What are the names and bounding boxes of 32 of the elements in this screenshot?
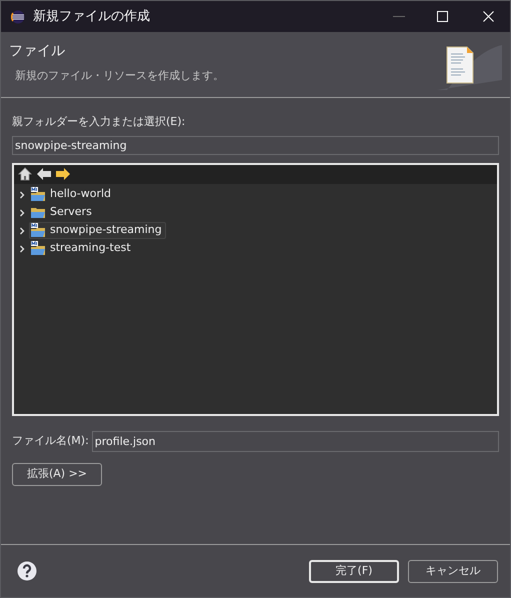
close-icon[interactable] [483, 11, 494, 22]
help-icon[interactable] [17, 561, 37, 581]
cancel-button[interactable]: キャンセル [408, 560, 498, 582]
page-description: 新規のファイル・リソースを作成します。 [15, 68, 224, 84]
file-name-field[interactable]: profile.json [92, 430, 499, 452]
tree-item[interactable]: streaming-test [29, 240, 135, 257]
project-folder-icon [30, 241, 46, 256]
tree-item[interactable]: hello-world [29, 186, 116, 203]
folder-icon [30, 206, 46, 219]
expand-chevron-icon[interactable] [18, 208, 26, 216]
advanced-button[interactable]: 拡張(A) >> [12, 462, 102, 486]
forward-arrow-icon[interactable] [56, 168, 70, 180]
parent-folder-field[interactable]: snowpipe-streaming [12, 136, 499, 154]
parent-folder-label: 親フォルダーを入力または選択(E): [12, 114, 186, 130]
tree-item[interactable]: snowpipe-streaming [29, 222, 166, 239]
app-logo-icon [11, 10, 25, 24]
tree-item[interactable]: Servers [29, 204, 96, 221]
folder-tree[interactable]: hello-world Servers snowpipe-streaming streaming-test [12, 162, 499, 416]
project-folder-icon [30, 187, 46, 202]
page-title: ファイル [9, 42, 66, 61]
back-arrow-icon[interactable] [37, 168, 51, 180]
finish-button[interactable]: 完了(F) [309, 560, 399, 582]
window-title: 新規ファイルの作成 [33, 8, 150, 26]
home-icon[interactable] [18, 167, 32, 181]
project-folder-icon [30, 223, 46, 238]
maximize-icon[interactable] [437, 11, 448, 22]
document-icon [437, 45, 502, 90]
expand-chevron-icon[interactable] [18, 190, 26, 198]
expand-chevron-icon[interactable] [18, 226, 26, 234]
minimize-icon[interactable] [393, 16, 405, 18]
file-name-label: ファイル名(M): [12, 432, 89, 449]
expand-chevron-icon[interactable] [18, 244, 26, 252]
